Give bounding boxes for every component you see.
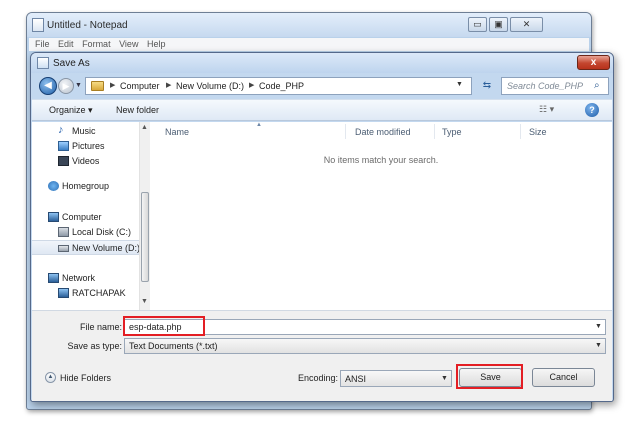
- column-divider[interactable]: [520, 124, 521, 139]
- search-icon[interactable]: ⌕: [594, 80, 600, 91]
- breadcrumb-separator-icon[interactable]: ▶: [249, 81, 254, 89]
- scroll-up-icon[interactable]: ▲: [141, 124, 148, 131]
- encoding-label: Encoding:: [298, 373, 339, 383]
- breadcrumb-new-volume[interactable]: New Volume (D:): [176, 81, 244, 91]
- breadcrumb-computer[interactable]: Computer: [120, 81, 160, 91]
- breadcrumb-separator-icon[interactable]: ▶: [166, 81, 171, 89]
- forward-button[interactable]: ▶: [58, 78, 74, 94]
- dialog-title-bar[interactable]: Save As x: [31, 53, 613, 73]
- nav-item-videos[interactable]: Videos: [32, 154, 139, 169]
- cancel-button[interactable]: Cancel: [532, 368, 595, 387]
- recent-locations-arrow-icon[interactable]: ▼: [75, 82, 82, 89]
- pc-icon: [58, 288, 69, 298]
- column-divider[interactable]: [434, 124, 435, 139]
- file-list[interactable]: ▲ Name Date modified Type Size No items …: [150, 122, 612, 310]
- views-icon[interactable]: ☷ ▾: [539, 104, 554, 115]
- menu-view[interactable]: View: [119, 38, 138, 51]
- column-size[interactable]: Size: [529, 127, 547, 137]
- menu-edit[interactable]: Edit: [58, 38, 74, 51]
- dialog-icon: [37, 57, 49, 69]
- save-fields: File name: esp-data.php ▼ Save as type: …: [32, 310, 612, 355]
- save-button-highlight: [456, 364, 523, 389]
- sort-caret-icon: ▲: [256, 122, 262, 128]
- save-as-type-select[interactable]: Text Documents (*.txt) ▼: [124, 338, 606, 354]
- chevron-down-icon[interactable]: ▼: [595, 342, 602, 349]
- address-bar[interactable]: ▶ Computer ▶ New Volume (D:) ▶ Code_PHP …: [85, 77, 472, 95]
- refresh-icon[interactable]: ⇆: [477, 77, 497, 95]
- chevron-down-icon[interactable]: ▼: [595, 323, 602, 330]
- notepad-menubar: File Edit Format View Help: [29, 38, 589, 51]
- nav-item-music[interactable]: ♪ Music: [32, 124, 139, 139]
- notepad-close-button[interactable]: ✕: [510, 17, 543, 32]
- dialog-close-button[interactable]: x: [577, 55, 610, 70]
- chevron-down-icon[interactable]: ▼: [441, 375, 448, 382]
- organize-button[interactable]: Organize ▾: [49, 105, 93, 116]
- minimize-button[interactable]: ▭: [468, 17, 487, 32]
- encoding-select[interactable]: ANSI ▼: [340, 370, 452, 387]
- breadcrumb-separator-icon[interactable]: ▶: [110, 81, 115, 89]
- file-name-highlight: [123, 316, 205, 336]
- search-input[interactable]: Search Code_PHP ⌕: [501, 77, 609, 95]
- nav-scrollbar[interactable]: ▲ ▼: [139, 122, 150, 310]
- column-divider[interactable]: [345, 124, 346, 139]
- column-date-modified[interactable]: Date modified: [355, 127, 411, 137]
- hide-folders-label: Hide Folders: [60, 373, 112, 383]
- save-as-type-label: Save as type:: [67, 341, 122, 351]
- nav-item-homegroup[interactable]: Homegroup: [32, 179, 139, 194]
- drive-icon: [58, 245, 69, 252]
- navigation-pane: ♪ Music Pictures Videos Homegroup Comput…: [32, 122, 150, 310]
- empty-message: No items match your search.: [323, 155, 439, 165]
- encoding-value: ANSI: [345, 374, 367, 384]
- pictures-icon: [58, 141, 69, 151]
- column-type[interactable]: Type: [442, 127, 462, 137]
- collapse-icon: ▲: [45, 372, 56, 383]
- dialog-footer: ▲ Hide Folders Encoding: ANSI ▼ Save Can…: [32, 355, 612, 401]
- nav-item-pictures[interactable]: Pictures: [32, 139, 139, 154]
- folder-icon: [91, 81, 104, 91]
- file-name-label: File name:: [79, 322, 122, 332]
- back-button[interactable]: ◀: [39, 77, 57, 95]
- computer-icon: [48, 212, 59, 222]
- notepad-title-bar[interactable]: Untitled - Notepad ▭ ▣ ✕: [27, 13, 591, 37]
- notepad-icon: [32, 18, 44, 32]
- network-icon: [48, 273, 59, 283]
- nav-item-computer[interactable]: Computer: [32, 210, 139, 225]
- nav-item-new-volume[interactable]: New Volume (D:): [32, 240, 140, 255]
- chevron-down-icon[interactable]: ▼: [456, 81, 463, 88]
- new-folder-button[interactable]: New folder: [116, 105, 159, 115]
- column-name[interactable]: Name: [165, 127, 189, 137]
- nav-item-network[interactable]: Network: [32, 271, 139, 286]
- videos-icon: [58, 156, 69, 166]
- save-as-dialog: Save As x ◀ ▶ ▼ ▶ Computer ▶ New Volume …: [30, 52, 614, 402]
- menu-help[interactable]: Help: [147, 38, 166, 51]
- nav-item-ratchapak[interactable]: RATCHAPAK: [32, 286, 139, 301]
- nav-item-local-disk[interactable]: Local Disk (C:): [32, 225, 139, 240]
- search-placeholder: Search Code_PHP: [507, 81, 584, 91]
- help-icon[interactable]: ?: [585, 103, 599, 117]
- homegroup-icon: [48, 181, 59, 191]
- scroll-down-icon[interactable]: ▼: [141, 298, 148, 305]
- notepad-title: Untitled - Notepad: [47, 20, 128, 31]
- save-as-type-value: Text Documents (*.txt): [129, 341, 218, 351]
- menu-format[interactable]: Format: [82, 38, 111, 51]
- menu-file[interactable]: File: [35, 38, 50, 51]
- dialog-title: Save As: [53, 58, 90, 69]
- breadcrumb-code-php[interactable]: Code_PHP: [259, 81, 304, 91]
- music-icon: ♪: [58, 124, 64, 136]
- maximize-button[interactable]: ▣: [489, 17, 508, 32]
- drive-icon: [58, 227, 69, 237]
- command-toolbar: Organize ▾ New folder ☷ ▾ ?: [32, 99, 612, 121]
- scroll-thumb[interactable]: [141, 192, 149, 282]
